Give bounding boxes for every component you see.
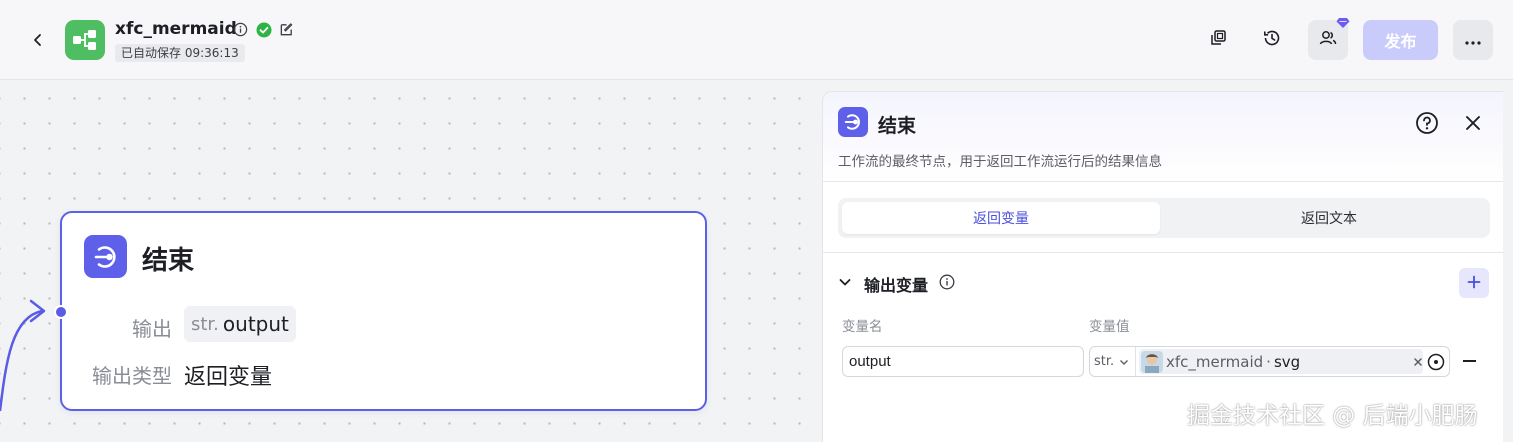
variable-value-field: str. xfc_mermaid · svg bbox=[1089, 346, 1450, 377]
reference-variable: svg bbox=[1273, 352, 1301, 371]
clear-reference-icon[interactable] bbox=[1411, 354, 1425, 368]
tab-return-text[interactable]: 返回文本 bbox=[1170, 202, 1488, 234]
output-var-name: output bbox=[222, 312, 289, 336]
node-title: 结束 bbox=[142, 246, 195, 276]
app-logo bbox=[65, 20, 105, 60]
remove-variable-button[interactable] bbox=[1463, 360, 1476, 362]
node-input-port[interactable] bbox=[54, 305, 68, 319]
watermark: 掘金技术社区 @ 后端小肥肠 bbox=[1187, 403, 1478, 429]
close-icon[interactable] bbox=[1461, 111, 1485, 135]
copy-icon bbox=[1209, 29, 1227, 51]
users-icon bbox=[1318, 28, 1338, 52]
reference-separator: · bbox=[1266, 352, 1271, 371]
verified-check-icon bbox=[255, 21, 272, 38]
plugin-avatar-icon bbox=[1141, 350, 1163, 373]
panel-header: 结束 工作流的最终节点，用于返回工作流运行后的结果信息 bbox=[823, 92, 1503, 182]
history-button[interactable] bbox=[1252, 20, 1292, 60]
node-output-kind-label: 输出类型 bbox=[92, 364, 172, 388]
variable-picker-icon[interactable] bbox=[1427, 353, 1445, 371]
info-icon[interactable] bbox=[939, 274, 955, 290]
panel-title: 结束 bbox=[878, 115, 917, 137]
help-icon[interactable] bbox=[1415, 111, 1439, 135]
variable-name-field[interactable]: output bbox=[842, 346, 1084, 377]
node-settings-panel: 结束 工作流的最终节点，用于返回工作流运行后的结果信息 返回变量 返回文本 输出… bbox=[822, 91, 1503, 442]
history-icon bbox=[1262, 28, 1282, 52]
section-title: 输出变量 bbox=[864, 276, 929, 295]
more-button[interactable] bbox=[1453, 20, 1493, 60]
type-badge: str. bbox=[191, 313, 219, 335]
variable-reference-tag[interactable]: xfc_mermaid · svg bbox=[1139, 349, 1423, 374]
plus-icon bbox=[1467, 274, 1481, 293]
top-bar: xfc_mermaid 已自动保存 09:36:13 发布 bbox=[0, 0, 1513, 80]
chevron-down-icon bbox=[1120, 359, 1129, 365]
type-select-value: str. bbox=[1094, 354, 1115, 369]
edit-icon[interactable] bbox=[278, 21, 295, 38]
panel-description: 工作流的最终节点，用于返回工作流运行后的结果信息 bbox=[838, 154, 1162, 170]
node-output-label: 输出 bbox=[132, 317, 172, 341]
end-node-icon bbox=[84, 235, 127, 278]
chevron-down-icon[interactable] bbox=[837, 274, 853, 290]
app-title: xfc_mermaid bbox=[115, 19, 237, 39]
end-node[interactable]: 结束 输出 str. output 输出类型 返回变量 bbox=[54, 211, 707, 411]
copy-button[interactable] bbox=[1198, 20, 1238, 60]
back-icon[interactable] bbox=[26, 28, 50, 52]
node-output-kind-value: 返回变量 bbox=[184, 365, 273, 390]
tab-return-variable[interactable]: 返回变量 bbox=[842, 202, 1160, 234]
column-value-label: 变量值 bbox=[1089, 319, 1130, 335]
more-icon bbox=[1464, 31, 1482, 50]
divider bbox=[823, 252, 1503, 253]
end-node-icon bbox=[838, 107, 868, 137]
type-select[interactable]: str. bbox=[1090, 347, 1136, 376]
publish-button[interactable]: 发布 bbox=[1363, 20, 1438, 60]
premium-diamond-icon bbox=[1336, 18, 1350, 28]
collaborators-button[interactable] bbox=[1308, 18, 1350, 60]
output-mode-tabs: 返回变量 返回文本 bbox=[838, 198, 1490, 238]
autosave-status: 已自动保存 09:36:13 bbox=[115, 44, 245, 62]
reference-node-name: xfc_mermaid bbox=[1166, 352, 1264, 371]
info-icon[interactable] bbox=[232, 21, 249, 38]
add-variable-button[interactable] bbox=[1459, 268, 1489, 298]
node-output-chip: str. output bbox=[184, 306, 296, 342]
column-name-label: 变量名 bbox=[842, 319, 883, 335]
